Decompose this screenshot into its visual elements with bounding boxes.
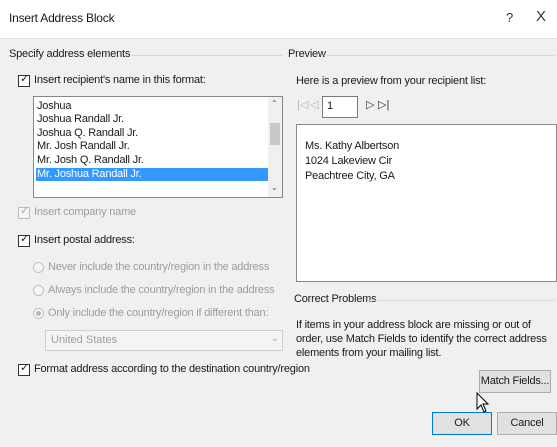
group-divider bbox=[132, 55, 282, 56]
format-address-checkbox[interactable]: ✓ bbox=[18, 362, 30, 376]
dialog-title: Insert Address Block bbox=[9, 11, 115, 25]
radio-only-if-different[interactable] bbox=[33, 308, 44, 319]
close-button[interactable]: X bbox=[536, 8, 546, 25]
list-scrollbar[interactable]: ⌃ ⌄ bbox=[268, 97, 282, 197]
checkmark-icon: ✓ bbox=[20, 73, 30, 85]
insert-company-checkbox[interactable]: ✓ bbox=[18, 205, 30, 219]
list-item[interactable]: Joshua bbox=[36, 100, 269, 113]
specify-elements-header: Specify address elements bbox=[9, 48, 131, 60]
previous-record-icon[interactable]: ◁ bbox=[310, 98, 318, 111]
correct-problems-header: Correct Problems bbox=[294, 293, 377, 305]
scroll-up-icon[interactable]: ⌃ bbox=[271, 99, 278, 108]
correct-problems-text: If items in your address block are missi… bbox=[296, 319, 547, 359]
scroll-down-icon[interactable]: ⌄ bbox=[271, 183, 278, 192]
country-dropdown[interactable]: United States ⌄ bbox=[45, 330, 283, 351]
insert-postal-checkbox[interactable]: ✓ bbox=[18, 233, 30, 247]
insert-postal-label: Insert postal address: bbox=[34, 234, 135, 246]
list-item[interactable]: Joshua Randall Jr. bbox=[36, 113, 269, 126]
country-value: United States bbox=[51, 334, 118, 346]
help-button[interactable]: ? bbox=[506, 10, 513, 25]
radio-always-label: Always include the country/region in the… bbox=[48, 284, 275, 296]
mouse-cursor-icon bbox=[476, 392, 490, 413]
record-number-value: 1 bbox=[327, 100, 334, 112]
preview-intro: Here is a preview from your recipient li… bbox=[296, 75, 487, 87]
record-number-input[interactable]: 1 bbox=[322, 96, 358, 118]
list-item[interactable]: Mr. Josh Randall Jr. bbox=[36, 140, 269, 153]
insert-company-label: Insert company name bbox=[34, 206, 136, 218]
radio-selected-dot bbox=[36, 311, 41, 316]
checkmark-icon: ✓ bbox=[20, 233, 30, 245]
insert-name-label: Insert recipient's name in this format: bbox=[34, 74, 206, 86]
correct-divider bbox=[370, 300, 555, 301]
checkmark-icon: ✓ bbox=[20, 362, 30, 374]
preview-line: Ms. Kathy Albertson bbox=[305, 140, 400, 152]
checkmark-icon: ✓ bbox=[20, 205, 30, 217]
chevron-down-icon: ⌄ bbox=[270, 333, 279, 344]
format-address-label: Format address according to the destinat… bbox=[34, 363, 310, 375]
next-record-icon[interactable]: ▷ bbox=[366, 98, 374, 111]
name-format-listbox[interactable]: Joshua Joshua Randall Jr. Joshua Q. Rand… bbox=[33, 96, 283, 198]
insert-name-checkbox[interactable]: ✓ bbox=[18, 73, 30, 87]
list-item-selected[interactable]: Mr. Joshua Randall Jr. bbox=[36, 168, 269, 181]
first-record-icon[interactable]: |◁ bbox=[297, 98, 308, 111]
ok-button[interactable]: OK bbox=[432, 412, 492, 435]
match-fields-button[interactable]: Match Fields... bbox=[479, 370, 551, 393]
preview-divider bbox=[324, 55, 555, 56]
list-item[interactable]: Joshua Q. Randall Jr. bbox=[36, 127, 269, 140]
list-item[interactable]: Mr. Josh Q. Randall Jr. bbox=[36, 154, 269, 167]
preview-line: 1024 Lakeview Cir bbox=[305, 155, 393, 167]
radio-only-label: Only include the country/region if diffe… bbox=[48, 307, 269, 319]
last-record-icon[interactable]: ▷| bbox=[378, 98, 389, 111]
preview-line: Peachtree City, GA bbox=[305, 170, 395, 182]
cancel-button[interactable]: Cancel bbox=[497, 412, 557, 435]
scroll-thumb[interactable] bbox=[270, 123, 280, 145]
radio-always[interactable] bbox=[33, 285, 44, 296]
preview-header: Preview bbox=[288, 48, 326, 60]
radio-never[interactable] bbox=[33, 262, 44, 273]
address-preview-pane: Ms. Kathy Albertson 1024 Lakeview Cir Pe… bbox=[296, 124, 557, 282]
radio-never-label: Never include the country/region in the … bbox=[48, 261, 270, 273]
